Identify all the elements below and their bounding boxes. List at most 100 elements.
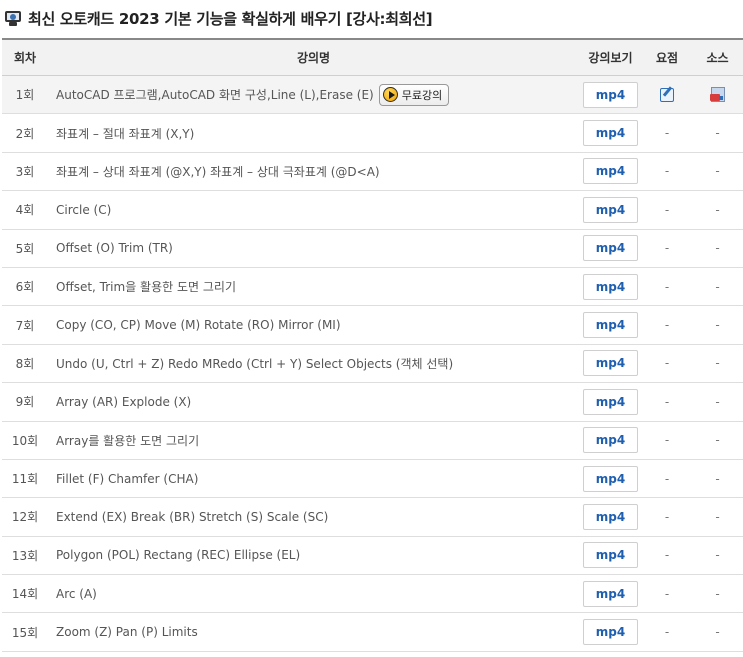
row-summary: - <box>664 394 670 409</box>
mp4-button[interactable]: mp4 <box>583 120 638 147</box>
row-num: 2회 <box>15 126 35 141</box>
row-source: - <box>715 241 720 256</box>
row-num: 14회 <box>11 587 39 602</box>
mp4-button[interactable]: mp4 <box>583 235 638 262</box>
row-view: mp4 <box>579 120 642 147</box>
row-num: 15회 <box>11 625 39 640</box>
header-title: 강의명 <box>296 51 331 65</box>
row-summary: - <box>664 548 670 563</box>
file-icon[interactable] <box>709 87 725 103</box>
row-num: 11회 <box>11 472 39 487</box>
row-view: mp4 <box>579 273 642 300</box>
row-view: mp4 <box>579 542 642 569</box>
row-title: Fillet (F) Chamfer (CHA) <box>56 471 199 486</box>
row-view: mp4 <box>579 312 642 339</box>
row-title: Offset, Trim을 활용한 도면 그리기 <box>56 280 237 295</box>
row-summary: - <box>664 625 670 640</box>
row-summary: - <box>664 202 670 217</box>
row-view: mp4 <box>579 196 642 223</box>
row-summary: - <box>664 471 670 486</box>
header-summary: 요점 <box>655 51 679 65</box>
row-view: mp4 <box>579 465 642 492</box>
mp4-button[interactable]: mp4 <box>583 465 638 492</box>
row-source: - <box>715 471 720 486</box>
mp4-button[interactable]: mp4 <box>583 81 638 108</box>
header-source: 소스 <box>706 51 729 65</box>
mp4-button[interactable]: mp4 <box>583 388 638 415</box>
row-num: 9회 <box>15 395 35 410</box>
row-view: mp4 <box>579 503 642 530</box>
table-row: 12회 Extend (EX) Break (BR) Stretch (S) S… <box>2 498 743 537</box>
free-lecture-label: 무료강의 <box>401 88 443 102</box>
row-source: - <box>715 625 720 640</box>
free-lecture-button[interactable]: 무료강의 <box>378 83 450 106</box>
row-source: - <box>715 356 720 371</box>
row-title: Circle (C) <box>56 202 112 217</box>
lecture-table: 회차 강의명 강의보기 요점 소스 1회 AutoCAD 프로그램,AutoCA… <box>2 38 743 652</box>
table-row: 8회 Undo (U, Ctrl + Z) Redo MRedo (Ctrl +… <box>2 344 743 384</box>
mp4-button[interactable]: mp4 <box>583 580 638 607</box>
row-source: - <box>715 202 720 217</box>
mp4-button[interactable]: mp4 <box>583 427 638 454</box>
page-title: 최신 오토캐드 2023 기본 기능을 확실하게 배우기 [강사:최희선] <box>28 9 433 28</box>
row-summary: - <box>664 586 670 601</box>
row-title: Arc (A) <box>56 586 97 601</box>
row-num: 5회 <box>15 241 35 256</box>
row-view: mp4 <box>579 158 642 185</box>
row-num: 10회 <box>11 433 39 448</box>
row-source: - <box>715 394 720 409</box>
table-row: 3회 좌표계 – 상대 좌표계 (@X,Y) 좌표계 – 상대 극좌표계 (@D… <box>2 152 743 192</box>
row-source: - <box>715 433 720 448</box>
table-row: 9회 Array (AR) Explode (X) mp4 - - <box>2 383 743 422</box>
row-view: mp4 <box>579 350 642 377</box>
table-row: 7회 Copy (CO, CP) Move (M) Rotate (RO) Mi… <box>2 306 743 345</box>
mp4-button[interactable]: mp4 <box>583 503 638 530</box>
mp4-button[interactable]: mp4 <box>583 196 638 223</box>
edit-icon[interactable] <box>660 87 674 102</box>
table-header: 회차 강의명 강의보기 요점 소스 <box>2 38 743 76</box>
play-icon <box>382 87 398 103</box>
header-num: 회차 <box>13 51 37 65</box>
table-row: 10회 Array를 활용한 도면 그리기 mp4 - - <box>2 421 743 460</box>
mp4-button[interactable]: mp4 <box>583 158 638 185</box>
row-source: - <box>715 164 720 179</box>
mp4-button[interactable]: mp4 <box>583 273 638 300</box>
mp4-button[interactable]: mp4 <box>583 542 638 569</box>
row-source: - <box>715 548 720 563</box>
row-num: 12회 <box>11 510 39 525</box>
row-source: - <box>715 126 720 141</box>
monitor-icon <box>4 9 22 27</box>
table-row: 14회 Arc (A) mp4 - - <box>2 575 743 614</box>
row-title: AutoCAD 프로그램,AutoCAD 화면 구성,Line (L),Eras… <box>48 83 579 106</box>
mp4-button[interactable]: mp4 <box>583 619 638 646</box>
row-num: 4회 <box>15 203 35 218</box>
row-source: - <box>715 509 720 524</box>
row-title: Array (AR) Explode (X) <box>56 394 192 409</box>
row-source: - <box>715 318 720 333</box>
row-view: mp4 <box>579 388 642 415</box>
row-title: Zoom (Z) Pan (P) Limits <box>56 625 198 640</box>
row-summary: - <box>664 318 670 333</box>
row-num: 6회 <box>15 280 35 295</box>
mp4-button[interactable]: mp4 <box>583 350 638 377</box>
table-row: 15회 Zoom (Z) Pan (P) Limits mp4 - - <box>2 613 743 652</box>
row-title: Undo (U, Ctrl + Z) Redo MRedo (Ctrl + Y)… <box>56 356 454 371</box>
row-title: 좌표계 – 절대 좌표계 (X,Y) <box>56 126 195 141</box>
row-view: mp4 <box>579 580 642 607</box>
row-view: mp4 <box>579 81 642 108</box>
row-title: Extend (EX) Break (BR) Stretch (S) Scale… <box>56 509 329 524</box>
row-summary: - <box>664 126 670 141</box>
row-view: mp4 <box>579 427 642 454</box>
row-num: 7회 <box>15 318 35 333</box>
row-summary: - <box>664 433 670 448</box>
row-summary <box>642 87 692 102</box>
row-num: 13회 <box>11 548 39 563</box>
table-row: 2회 좌표계 – 절대 좌표계 (X,Y) mp4 - - <box>2 114 743 153</box>
row-title: Copy (CO, CP) Move (M) Rotate (RO) Mirro… <box>56 318 341 333</box>
row-summary: - <box>664 356 670 371</box>
row-num: 3회 <box>15 164 35 179</box>
row-summary: - <box>664 279 670 294</box>
mp4-button[interactable]: mp4 <box>583 312 638 339</box>
row-source <box>692 87 743 103</box>
row-view: mp4 <box>579 619 642 646</box>
